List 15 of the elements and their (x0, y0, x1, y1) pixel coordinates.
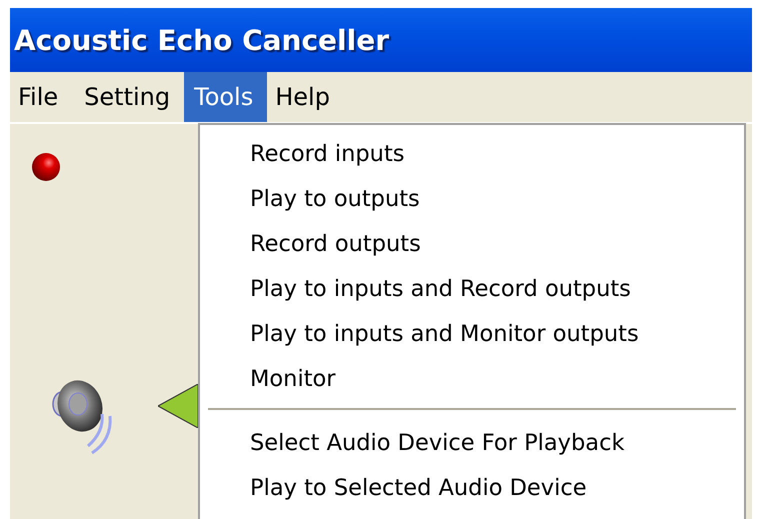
menu-entry[interactable]: Record inputs (200, 131, 744, 176)
menu-item[interactable]: Setting (76, 72, 184, 122)
menu-item[interactable]: Tools (184, 72, 268, 122)
menu-item[interactable]: Help (267, 72, 344, 122)
menu-item[interactable]: File (10, 72, 72, 122)
triangle-icon (158, 384, 198, 428)
menu-entry[interactable]: Play to outputs (200, 176, 744, 221)
menu-entry[interactable]: Select Audio Device For Playback (200, 420, 744, 465)
menu-entry[interactable]: Play to Selected Audio Device (200, 465, 744, 510)
menu-entry[interactable]: Play to inputs and Monitor outputs (200, 311, 744, 356)
menu-entry[interactable]: Record outputs (200, 221, 744, 266)
menu-entry[interactable]: Monitor (200, 356, 744, 401)
menu-entry[interactable]: Play to inputs and Record outputs (200, 266, 744, 311)
window-title: Acoustic Echo Canceller (14, 24, 390, 56)
indicator-light-icon (31, 152, 61, 182)
